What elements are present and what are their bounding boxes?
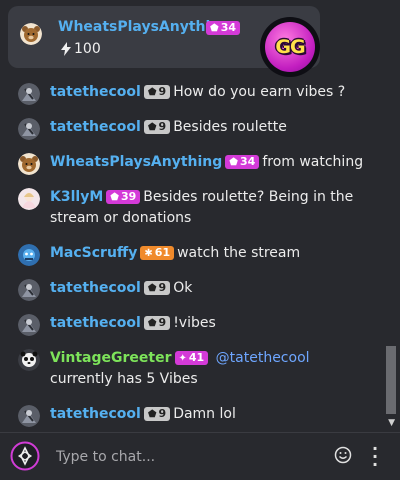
user-badge: ⬟ 9 (143, 281, 171, 295)
message-username[interactable]: MacScruffy (50, 245, 137, 261)
chat-message: tatethecool ⬟ 9 !vibes (18, 313, 378, 336)
user-badge: ⬟ 9 (143, 407, 171, 421)
star-icon: ✱ (144, 248, 153, 259)
message-username[interactable]: tatethecool (50, 315, 141, 331)
pinned-username[interactable]: WheatsPlaysAnything (58, 19, 230, 35)
avatar-tatethecool[interactable] (18, 118, 40, 140)
message-text: Ok (173, 280, 193, 296)
user-badge: ✦ 41 (174, 351, 209, 365)
message-username[interactable]: VintageGreeter (50, 350, 172, 366)
gem-icon: ⬟ (147, 87, 157, 98)
chat-message: VintageGreeter ✦ 41 @tatethecool currently… (18, 348, 366, 390)
user-badge: ⬟ 9 (143, 316, 171, 330)
message-username[interactable]: tatethecool (50, 119, 141, 135)
badge-value: 61 (154, 246, 171, 259)
chat-message: tatethecool ⬟ 9 Damn lol (18, 404, 378, 427)
pinned-badge-value: 34 (220, 21, 237, 34)
star-icon: ✦ (178, 353, 187, 364)
user-badge: ⬟ 34 (225, 155, 260, 169)
message-text: currently has 5 Vibes (50, 371, 198, 387)
chat-message: tatethecool ⬟ 9 Besides roulette (18, 117, 378, 140)
chat-message: WheatsPlaysAnything ⬟ 34 from watching (18, 152, 378, 175)
pinned-amount-value: 100 (74, 41, 101, 57)
pinned-badge: ⬟ 34 (206, 21, 241, 35)
badge-value: 9 (158, 85, 167, 98)
user-badge: ⬟ 39 (106, 190, 141, 204)
badge-value: 9 (158, 407, 167, 420)
chat-message: K3llyM ⬟ 39 Besides roulette? Being in the … (18, 187, 378, 229)
pinned-amount: 100 (60, 41, 101, 57)
chat-scrollbar-thumb[interactable] (386, 346, 396, 414)
user-badge: ⬟ 9 (143, 85, 171, 99)
chat-message: tatethecool ⬟ 9 Ok (18, 278, 378, 301)
badge-value: 34 (240, 155, 256, 168)
chat-message: tatethecool ⬟ 9 How do you earn vibes ? (18, 82, 378, 105)
message-text: !vibes (173, 315, 216, 331)
emoji-icon[interactable] (334, 446, 352, 468)
message-text: How do you earn vibes ? (173, 84, 346, 100)
chevron-down-icon[interactable]: ▼ (388, 418, 395, 428)
gem-icon: ⬟ (210, 23, 219, 34)
gem-icon: ⬟ (147, 283, 157, 294)
avatar-bear[interactable] (18, 153, 40, 175)
app-logo-icon[interactable] (10, 441, 40, 475)
message-username[interactable]: WheatsPlaysAnything (50, 154, 222, 170)
gem-icon: ⬟ (147, 409, 157, 420)
chat-message: MacScruffy ✱ 61 watch the stream (18, 243, 378, 266)
badge-value: 9 (158, 316, 167, 329)
avatar-tatethecool[interactable] (18, 405, 40, 427)
bolt-icon (61, 42, 71, 56)
badge-value: 9 (158, 281, 167, 294)
avatar-macscruffy[interactable] (18, 244, 40, 266)
avatar-tatethecool[interactable] (18, 314, 40, 336)
message-text: from watching (262, 154, 364, 170)
avatar-tatethecool[interactable] (18, 279, 40, 301)
message-text: Besides roulette (173, 119, 287, 135)
user-badge: ✱ 61 (140, 246, 175, 260)
message-username[interactable]: K3llyM (50, 189, 103, 205)
avatar-bear[interactable] (20, 23, 42, 45)
more-vertical-icon[interactable]: · · · (372, 441, 378, 473)
avatar-tatethecool[interactable] (18, 83, 40, 105)
badge-value: 39 (120, 190, 137, 203)
gg-logo[interactable]: GG (260, 17, 320, 77)
avatar-k3llym[interactable] (18, 188, 40, 210)
user-badge: ⬟ 9 (143, 120, 171, 134)
message-username[interactable]: tatethecool (50, 280, 141, 296)
message-text: Damn lol (173, 406, 236, 422)
gem-icon: ⬟ (147, 122, 157, 133)
gem-icon: ⬟ (110, 192, 119, 203)
badge-value: 9 (158, 120, 167, 133)
gg-logo-text: GG (265, 22, 315, 72)
message-username[interactable]: tatethecool (50, 84, 141, 100)
chat-input[interactable] (54, 445, 318, 469)
badge-value: 41 (188, 351, 205, 364)
chat-input-bar: ··· (0, 432, 400, 480)
message-username[interactable]: tatethecool (50, 406, 141, 422)
message-text: watch the stream (177, 245, 301, 261)
gem-icon: ⬟ (147, 318, 157, 329)
avatar-vintagegreeter[interactable] (18, 349, 40, 371)
pinned-message: WheatsPlaysAnything ⬟ 34 100 GG (8, 6, 320, 77)
mention-link[interactable]: @tatethecool (216, 350, 310, 366)
gem-icon: ⬟ (229, 157, 238, 168)
